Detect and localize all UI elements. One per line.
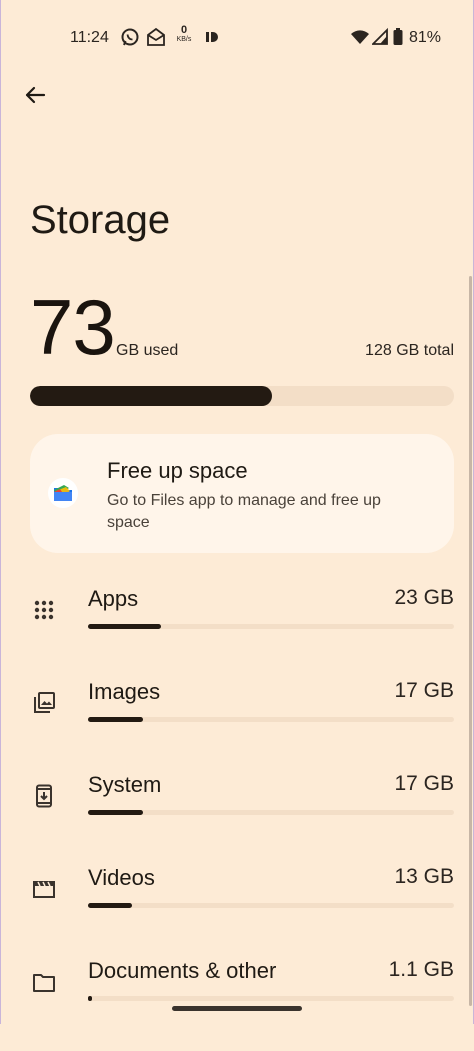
category-bar-fill bbox=[88, 903, 132, 908]
category-bar-fill bbox=[88, 624, 162, 629]
category-size: 1.1 GB bbox=[388, 958, 454, 981]
back-arrow-icon[interactable] bbox=[20, 80, 50, 110]
category-label: Images bbox=[88, 679, 161, 704]
used-unit-label: GB used bbox=[116, 342, 179, 359]
category-images[interactable]: Images 17 GB bbox=[0, 679, 474, 772]
battery-percentage: 81% bbox=[409, 29, 442, 46]
scrollbar[interactable] bbox=[469, 276, 472, 1006]
category-size: 17 GB bbox=[394, 772, 454, 795]
category-apps[interactable]: Apps 23 GB bbox=[0, 586, 474, 679]
files-app-icon bbox=[48, 478, 78, 508]
battery-icon bbox=[393, 28, 403, 45]
app-notification-icon bbox=[206, 32, 218, 42]
whatsapp-icon bbox=[121, 28, 139, 46]
category-bar bbox=[88, 903, 454, 908]
category-label: System bbox=[88, 772, 162, 797]
mail-open-icon bbox=[147, 27, 165, 46]
category-size: 23 GB bbox=[394, 586, 454, 609]
category-documents-other[interactable]: Documents & other 1.1 GB bbox=[0, 958, 474, 1051]
category-bar bbox=[88, 624, 454, 629]
free-up-space-title: Free up space bbox=[107, 458, 248, 483]
free-up-space-card[interactable]: Free up space Go to Files app to manage … bbox=[30, 434, 454, 553]
category-bar bbox=[88, 996, 454, 1001]
cellular-signal-icon bbox=[372, 27, 388, 45]
category-bar-fill bbox=[88, 717, 143, 722]
category-bar bbox=[88, 717, 454, 722]
gesture-nav-handle[interactable] bbox=[172, 1006, 302, 1011]
network-speed-value: 0 bbox=[180, 24, 188, 36]
category-system[interactable]: System 17 GB bbox=[0, 772, 474, 865]
category-bar-fill bbox=[88, 996, 92, 1001]
category-label: Apps bbox=[88, 586, 139, 611]
used-amount: 73 bbox=[30, 283, 116, 371]
folder-icon bbox=[33, 974, 55, 992]
apps-grid-icon bbox=[34, 600, 54, 620]
category-size: 17 GB bbox=[394, 679, 454, 702]
status-time: 11:24 bbox=[70, 29, 109, 46]
network-speed: 0 KB/s bbox=[174, 24, 194, 44]
page-title: Storage bbox=[30, 198, 171, 242]
network-speed-unit: KB/s bbox=[176, 36, 192, 43]
system-update-icon bbox=[36, 784, 52, 808]
category-label: Documents & other bbox=[88, 958, 277, 983]
movie-clapper-icon bbox=[33, 881, 55, 898]
wifi-icon bbox=[351, 30, 369, 44]
category-videos[interactable]: Videos 13 GB bbox=[0, 865, 474, 958]
storage-usage-bar bbox=[30, 386, 454, 406]
category-label: Videos bbox=[88, 865, 155, 890]
category-bar bbox=[88, 810, 454, 815]
free-up-space-subtitle: Go to Files app to manage and free up sp… bbox=[107, 492, 381, 531]
images-icon bbox=[34, 692, 55, 713]
status-bar: 11:24 0 KB/s 81% bbox=[0, 0, 474, 70]
total-storage-label: 128 GB total bbox=[365, 342, 454, 359]
category-bar-fill bbox=[88, 810, 143, 815]
category-size: 13 GB bbox=[394, 865, 454, 888]
storage-usage-bar-fill bbox=[30, 386, 272, 406]
